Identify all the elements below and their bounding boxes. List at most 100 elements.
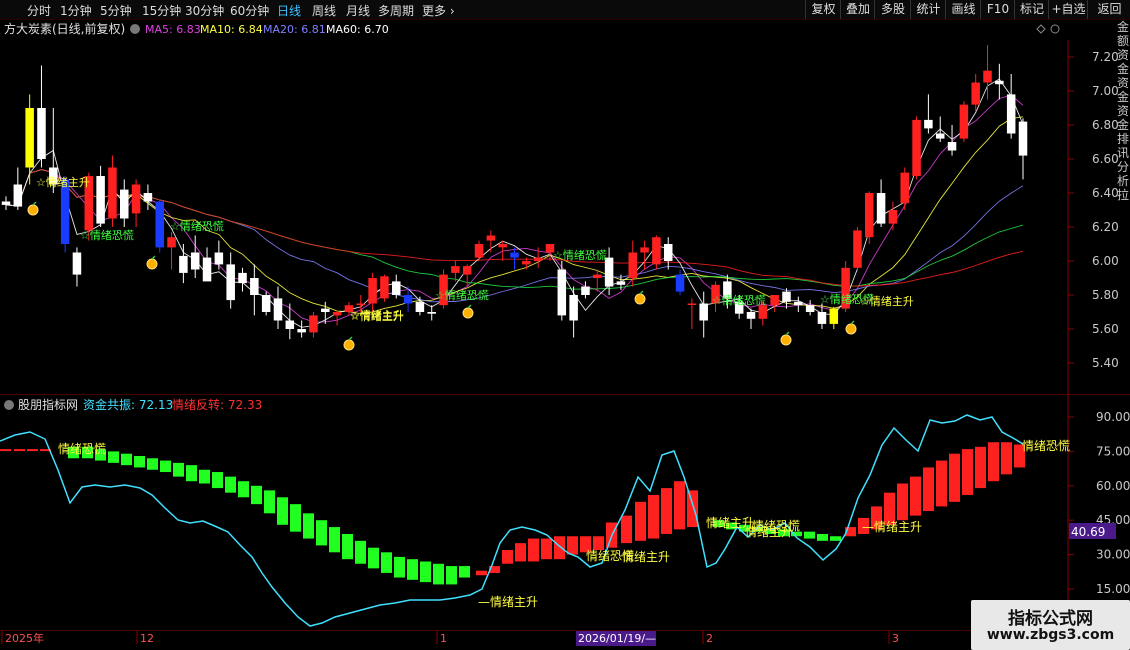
toolbar-button-6[interactable]: 标记 — [1014, 0, 1049, 19]
indicator-bar — [134, 455, 145, 468]
gold-marker-leaf — [785, 331, 790, 336]
candle — [391, 274, 401, 299]
timeframe-tab-9[interactable]: 多周期 — [378, 2, 414, 19]
candle — [13, 167, 23, 210]
toolbar-button-0[interactable]: 复权 — [805, 0, 841, 19]
candle — [853, 227, 862, 272]
candle — [226, 252, 235, 309]
candle — [699, 291, 708, 338]
candle — [214, 240, 224, 270]
candle — [687, 298, 697, 329]
candle — [983, 45, 992, 100]
indicator-bar — [264, 490, 275, 514]
timeframe-tab-6[interactable]: 日线 — [277, 2, 301, 19]
price-tick-label: 5.60 — [1092, 322, 1119, 336]
candle — [25, 94, 34, 185]
ma-label-0: MA5: 6.83 — [145, 23, 201, 36]
candle — [155, 199, 164, 253]
date-label: 12 — [140, 632, 154, 645]
indicator-bar — [910, 476, 921, 516]
candle — [557, 261, 567, 321]
indicator-title[interactable]: 股朋指标网 — [18, 397, 78, 412]
indicator-bar — [648, 494, 659, 539]
signal-label-0: ☆情绪主升 — [36, 175, 90, 189]
signal-label-6: ☆情绪恐慌 — [712, 293, 766, 307]
toolbar-button-7[interactable]: +自选 — [1048, 0, 1088, 19]
candle — [770, 295, 779, 312]
candle — [309, 312, 318, 338]
indicator-bar — [147, 458, 158, 470]
indicator-bar — [407, 559, 418, 580]
timeframe-tab-1[interactable]: 1分钟 — [60, 2, 92, 19]
candle — [782, 288, 791, 309]
candle — [581, 281, 590, 299]
gold-marker-icon — [462, 307, 474, 319]
candle — [865, 191, 874, 244]
date-axis: 2025年 12 1 2026/01/19/— 2 3 — [0, 630, 1130, 646]
indicator-bar — [567, 536, 578, 555]
candle — [261, 291, 271, 316]
indicator-bar — [238, 481, 249, 498]
indicator-bar — [897, 483, 908, 521]
indicator-tick-label: 30.00 — [1096, 548, 1130, 562]
toolbar-button-5[interactable]: F10 — [980, 0, 1015, 19]
timeframe-tab-3[interactable]: 15分钟 — [142, 2, 181, 19]
settings-icon[interactable] — [1050, 24, 1060, 34]
price-tick-label: 5.40 — [1092, 356, 1119, 370]
timeframe-tab-2[interactable]: 5分钟 — [100, 2, 132, 19]
toolbar-button-8[interactable]: 返回 — [1087, 0, 1130, 19]
indicator-bar — [251, 485, 262, 505]
cursor-date-label: 2026/01/19/— — [578, 632, 656, 645]
candle — [510, 247, 519, 270]
candle — [1018, 118, 1028, 180]
indicator-bar — [303, 513, 314, 539]
indicator-signal-label: —情绪主升 — [862, 520, 922, 534]
indicator-bar — [962, 449, 973, 495]
indicator-bar — [459, 566, 470, 578]
indicator-bar — [923, 467, 934, 512]
indicator-bar — [14, 449, 25, 452]
collapse-icon[interactable] — [130, 24, 140, 34]
indicator-bar — [368, 547, 379, 569]
indicator-label-0: 资金共振: 72.13 — [83, 397, 173, 412]
candle — [1, 196, 11, 210]
diamond-icon[interactable] — [1036, 24, 1046, 34]
indicator-bar — [160, 460, 171, 473]
stock-title[interactable]: 方大炭素(日线,前复权) — [4, 21, 125, 36]
toolbar-button-4[interactable]: 画线 — [945, 0, 981, 19]
candle — [37, 65, 46, 168]
candle — [332, 310, 342, 326]
indicator-bar — [936, 460, 947, 507]
candle — [995, 63, 1004, 100]
indicator-bar — [290, 504, 301, 532]
timeframe-tab-4[interactable]: 30分钟 — [185, 2, 224, 19]
indicator-bar — [635, 501, 646, 541]
timeframe-tab-5[interactable]: 60分钟 — [230, 2, 269, 19]
indicator-bar — [199, 469, 210, 484]
candle — [297, 320, 306, 338]
indicator-collapse-icon[interactable] — [4, 400, 14, 410]
toolbar-button-1[interactable]: 叠加 — [840, 0, 875, 19]
candle — [829, 306, 839, 329]
indicator-bar — [277, 497, 288, 525]
gold-marker-icon — [634, 293, 646, 305]
timeframe-tab-10[interactable]: 更多 › — [422, 2, 455, 19]
toolbar-button-2[interactable]: 多股 — [874, 0, 911, 19]
indicator-bar — [687, 490, 698, 528]
gold-marker-icon — [146, 258, 158, 270]
candle — [924, 94, 933, 134]
candle — [273, 286, 283, 329]
candle — [238, 267, 247, 292]
candle — [746, 308, 756, 329]
gold-marker-leaf — [467, 304, 472, 309]
timeframe-tab-7[interactable]: 周线 — [312, 2, 336, 19]
candle — [167, 232, 176, 270]
candle — [663, 237, 673, 270]
price-tick-label: 5.80 — [1092, 288, 1119, 302]
indicator-bar — [381, 552, 392, 573]
candle — [368, 272, 377, 312]
timeframe-tab-8[interactable]: 月线 — [346, 2, 370, 19]
toolbar-button-3[interactable]: 统计 — [910, 0, 946, 19]
timeframe-tab-0[interactable]: 分时 — [27, 2, 51, 19]
gold-marker-leaf — [348, 336, 353, 341]
